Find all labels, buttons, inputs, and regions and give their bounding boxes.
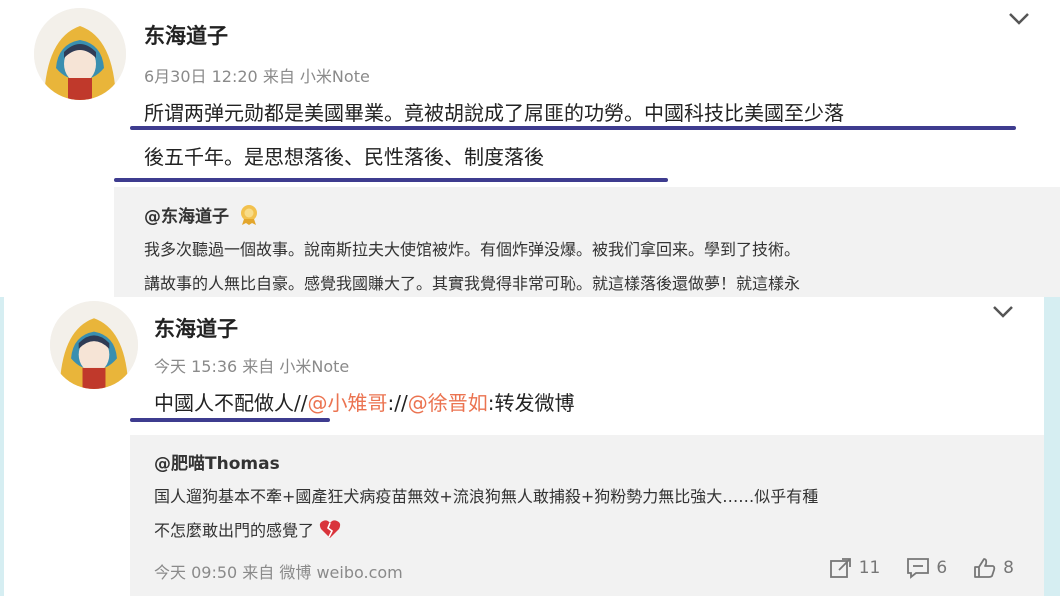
like-icon: [974, 558, 996, 578]
repost-text-line-1: 我多次聽過一個故事。說南斯拉夫大使馆被炸。有個炸弹没爆。被我们拿回来。學到了技術…: [144, 240, 801, 259]
post-text-tail: :转发微博: [487, 391, 575, 415]
post-meta: 6月30日 12:20 来自 小米Note: [144, 63, 370, 87]
highlight-underline: [130, 126, 1016, 130]
chevron-down-icon[interactable]: [992, 305, 1014, 319]
post-meta: 今天 15:36 来自 小米Note: [154, 353, 349, 377]
highlight-underline: [130, 418, 330, 422]
broken-heart-icon: [319, 520, 341, 538]
action-bar: 11 6 8: [803, 557, 1014, 579]
vip-badge-icon: [240, 205, 257, 225]
post-text-line-2: 後五千年。是思想落後、民性落後、制度落後: [144, 145, 544, 169]
comment-count: 6: [936, 558, 948, 578]
mention-link[interactable]: @小雉哥: [307, 391, 387, 415]
post-source: 来自 小米Note: [262, 67, 370, 86]
username[interactable]: 东海道子: [154, 313, 238, 343]
weibo-post-1: 东海道子 6月30日 12:20 来自 小米Note 所谓两弹元勋都是美國畢業。…: [0, 0, 1060, 297]
repost-text-line-2-wrap: 不怎麼敢出門的感覺了: [154, 514, 341, 547]
comment-icon: [907, 558, 930, 579]
repost-author[interactable]: @肥喵Thomas: [154, 449, 280, 474]
like-count: 8: [1003, 558, 1014, 578]
repost-card[interactable]: @肥喵Thomas 国人遛狗基本不牽+國產狂犬病疫苗無效+流浪狗無人敢捕殺+狗粉…: [130, 435, 1044, 596]
username[interactable]: 东海道子: [144, 20, 228, 50]
post-time[interactable]: 今天 15:36: [154, 357, 237, 376]
repost-text-line-2: 不怎麼敢出門的感覺了: [154, 521, 315, 540]
repost-source: 来自 微博 weibo.com: [242, 563, 403, 582]
post-text: 中國人不配做人//@小雉哥://@徐晋如:转发微博: [154, 383, 574, 423]
comment-button[interactable]: 6: [906, 557, 947, 579]
like-button[interactable]: 8: [973, 557, 1014, 579]
repost-text-line-1: 国人遛狗基本不牽+國產狂犬病疫苗無效+流浪狗無人敢捕殺+狗粉勢力無比強大……似乎…: [154, 487, 819, 506]
avatar[interactable]: [34, 8, 126, 100]
avatar[interactable]: [50, 301, 138, 389]
repost-icon: [829, 558, 851, 578]
repost-text-line-2: 講故事的人無比自豪。感覺我國賺大了。其實我覺得非常可恥。就這樣落後還做夢！就這樣…: [144, 274, 801, 293]
post-text-main: 中國人不配做人//: [154, 391, 308, 415]
mention-link[interactable]: @徐晋如: [408, 391, 488, 415]
weibo-post-2: 东海道子 今天 15:36 来自 小米Note 中國人不配做人//@小雉哥://…: [0, 297, 1060, 596]
repost-count: 11: [858, 558, 881, 578]
repost-separator: ://: [387, 391, 408, 415]
repost-card[interactable]: @东海道子 我多次聽過一個故事。說南斯拉夫大使馆被炸。有個炸弹没爆。被我们拿回来…: [114, 187, 1060, 297]
post-source: 来自 小米Note: [242, 357, 350, 376]
post-time[interactable]: 6月30日 12:20: [144, 67, 258, 86]
repost-meta: 今天 09:50 来自 微博 weibo.com: [154, 559, 403, 583]
chevron-down-icon[interactable]: [1008, 12, 1030, 26]
repost-author[interactable]: @东海道子: [144, 207, 229, 227]
repost-time[interactable]: 今天 09:50: [154, 563, 237, 582]
repost-button[interactable]: 11: [829, 557, 881, 579]
highlight-underline: [114, 178, 668, 182]
